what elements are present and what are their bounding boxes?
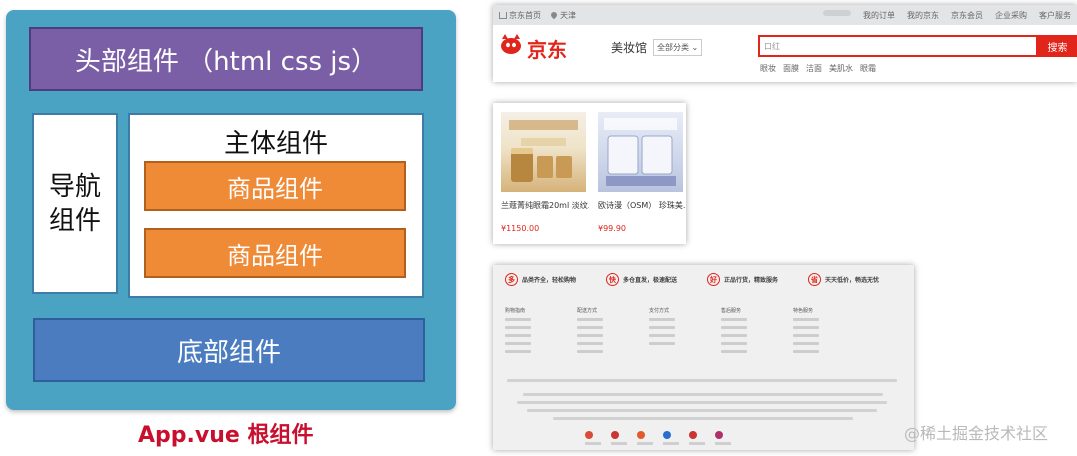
product-component-block-1: 商品组件 bbox=[144, 161, 406, 211]
main-component-block: 主体组件 商品组件 商品组件 bbox=[128, 113, 424, 298]
footer-column: 售后服务 bbox=[721, 307, 747, 358]
product-component-block-2: 商品组件 bbox=[144, 228, 406, 278]
footer-column: 购物指南 bbox=[505, 307, 531, 358]
footer-link-row bbox=[507, 379, 897, 382]
footer-column: 配送方式 bbox=[577, 307, 603, 358]
header-component-block: 头部组件 （html css js） bbox=[29, 27, 423, 91]
service-item: 好 正品行货，精致服务 bbox=[707, 273, 778, 286]
hot-words: 眼妆 面膜 洁面 美肌水 眼霜 bbox=[760, 63, 876, 74]
product-price: ¥1150.00 bbox=[501, 224, 540, 233]
hot-word[interactable]: 眼霜 bbox=[860, 63, 876, 74]
search-input[interactable]: 口红 bbox=[758, 35, 1038, 57]
certification-badge-icon[interactable] bbox=[689, 431, 705, 445]
certification-badge-icon[interactable] bbox=[663, 431, 679, 445]
certification-badge-icon[interactable] bbox=[611, 431, 627, 445]
jd-top-bar: 京东首页 天津 我的订单 我的京东 京东会员 企业采购 客户服务 bbox=[493, 5, 1077, 25]
component-diagram: 头部组件 （html css js） 导航 组件 主体组件 商品组件 商品组件 … bbox=[6, 10, 456, 410]
product-card[interactable]: 欧诗漫（OSM） 珍珠美... ¥99.90 bbox=[598, 112, 686, 237]
footer-column-title: 支付方式 bbox=[649, 308, 670, 314]
footer-column-title: 特色服务 bbox=[793, 308, 814, 314]
channel-title: 美妆馆 bbox=[611, 41, 648, 55]
service-badge-icon: 多 bbox=[505, 273, 518, 286]
certification-badge-icon[interactable] bbox=[715, 431, 731, 445]
jd-header-screenshot: 京东首页 天津 我的订单 我的京东 京东会员 企业采购 客户服务 京东 美妆馆 … bbox=[493, 5, 1077, 82]
top-link-member[interactable]: 京东会员 bbox=[951, 10, 983, 21]
product-image[interactable] bbox=[501, 112, 586, 192]
top-link-enterprise[interactable]: 企业采购 bbox=[995, 10, 1027, 21]
watermark: @稀土掘金技术社区 bbox=[904, 424, 1049, 443]
product-name[interactable]: 兰蔻菁纯眼霜20ml 淡纹... bbox=[501, 200, 589, 211]
home-link[interactable]: 京东首页 bbox=[499, 10, 541, 21]
top-link-myjd[interactable]: 我的京东 bbox=[907, 10, 939, 21]
root-component-caption: App.vue 根组件 bbox=[138, 423, 314, 448]
footer-legal-line bbox=[553, 417, 853, 420]
footer-column: 支付方式 bbox=[649, 307, 675, 358]
product-card[interactable]: 兰蔻菁纯眼霜20ml 淡纹... ¥1150.00 bbox=[501, 112, 589, 237]
service-badge-icon: 好 bbox=[707, 273, 721, 286]
hot-word[interactable]: 美肌水 bbox=[829, 63, 853, 74]
top-link-orders[interactable]: 我的订单 bbox=[863, 10, 895, 21]
nav-component-block: 导航 组件 bbox=[32, 113, 118, 294]
jd-logo-text[interactable]: 京东 bbox=[527, 34, 567, 63]
footer-column-title: 配送方式 bbox=[577, 308, 598, 314]
search-button[interactable]: 搜索 bbox=[1038, 35, 1077, 57]
jd-header-main: 京东 美妆馆 全部分类 ⌄ 口红 搜索 眼妆 面膜 洁面 美肌水 眼霜 bbox=[493, 25, 1077, 82]
service-badge-icon: 快 bbox=[606, 273, 620, 286]
service-promises: 多 品类齐全，轻松购物 快 多仓直发，极速配送 好 正品行货，精致服务 省 天天… bbox=[505, 273, 879, 286]
footer-component-block: 底部组件 bbox=[33, 318, 425, 382]
chevron-down-icon: ⌄ bbox=[691, 43, 699, 52]
service-badge-icon: 省 bbox=[808, 273, 822, 286]
certification-badges bbox=[585, 431, 731, 445]
footer-legal-line bbox=[517, 401, 887, 404]
product-name[interactable]: 欧诗漫（OSM） 珍珠美... bbox=[598, 200, 686, 211]
jd-footer-screenshot: 多 品类齐全，轻松购物 快 多仓直发，极速配送 好 正品行货，精致服务 省 天天… bbox=[493, 265, 914, 450]
hot-word[interactable]: 面膜 bbox=[783, 63, 799, 74]
footer-column: 特色服务 bbox=[793, 307, 819, 358]
jd-dog-logo-icon bbox=[501, 34, 521, 54]
product-price: ¥99.90 bbox=[598, 224, 626, 233]
product-image[interactable] bbox=[598, 112, 683, 192]
nav-label-line2: 组件 bbox=[48, 205, 101, 236]
hot-word[interactable]: 洁面 bbox=[806, 63, 822, 74]
location[interactable]: 天津 bbox=[549, 10, 576, 21]
home-icon bbox=[499, 11, 507, 19]
nav-label-line1: 导航 bbox=[48, 171, 101, 202]
certification-badge-icon[interactable] bbox=[585, 431, 601, 445]
product-cards-screenshot: 兰蔻菁纯眼霜20ml 淡纹... ¥1150.00 欧诗漫（OSM） 珍珠美..… bbox=[493, 103, 686, 244]
footer-legal-line bbox=[527, 409, 877, 412]
service-item: 省 天天低价，畅选无忧 bbox=[808, 273, 879, 286]
certification-badge-icon[interactable] bbox=[637, 431, 653, 445]
user-name-blurred bbox=[823, 9, 851, 16]
category-select[interactable]: 全部分类 ⌄ bbox=[653, 39, 703, 56]
main-component-title: 主体组件 bbox=[223, 129, 328, 159]
footer-link-columns: 购物指南 配送方式 支付方式 售后服务 特色服务 bbox=[505, 307, 819, 358]
footer-column-title: 售后服务 bbox=[721, 308, 742, 314]
service-item: 多 品类齐全，轻松购物 bbox=[505, 273, 576, 286]
footer-column-title: 购物指南 bbox=[505, 308, 526, 314]
top-link-service[interactable]: 客户服务 bbox=[1039, 10, 1071, 21]
location-pin-icon bbox=[549, 10, 559, 19]
footer-legal-line bbox=[523, 393, 883, 396]
service-item: 快 多仓直发，极速配送 bbox=[606, 273, 677, 286]
hot-word[interactable]: 眼妆 bbox=[760, 63, 776, 74]
